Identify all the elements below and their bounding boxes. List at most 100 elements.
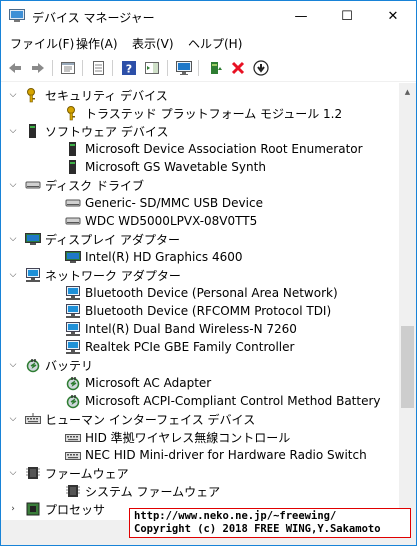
tree-category-label: セキュリティ デバイス bbox=[45, 88, 168, 103]
collapse-chevron-firmware[interactable]: ⌵ bbox=[7, 464, 19, 482]
window-title: デバイス マネージャー bbox=[32, 11, 155, 25]
scroll-up-icon[interactable]: ▲ bbox=[399, 83, 416, 100]
update-driver-button[interactable] bbox=[205, 58, 225, 78]
minimize-button[interactable]: — bbox=[278, 1, 324, 32]
tree-device-item[interactable]: NEC HID Mini-driver for Hardware Radio S… bbox=[65, 446, 367, 464]
forward-button[interactable] bbox=[28, 58, 48, 78]
maximize-button[interactable]: ☐ bbox=[324, 1, 370, 32]
tree-category-label: プロセッサ bbox=[45, 502, 106, 517]
menu-view[interactable]: 表示(V) bbox=[132, 35, 174, 52]
tree-device-item[interactable]: トラステッド プラットフォーム モジュール 1.2 bbox=[65, 104, 342, 122]
tree-device-item[interactable]: Intel(R) Dual Band Wireless-N 7260 bbox=[65, 320, 297, 338]
update-driver-icon bbox=[211, 62, 222, 74]
svg-text:?: ? bbox=[126, 63, 132, 76]
menu-bar: ファイル(F) 操作(A) 表示(V) ヘルプ(H) bbox=[1, 32, 416, 53]
toolbar-separator bbox=[167, 60, 168, 76]
tree-device-label: Microsoft Device Association Root Enumer… bbox=[85, 142, 363, 156]
uninstall-icon bbox=[231, 61, 245, 75]
tree-device-label: トラステッド プラットフォーム モジュール 1.2 bbox=[85, 106, 343, 121]
minimize-icon: — bbox=[294, 9, 308, 24]
tree-device-item[interactable]: HID 準拠ワイヤレス無線コントロール bbox=[65, 428, 290, 446]
collapse-chevron-battery[interactable]: ⌵ bbox=[7, 356, 19, 374]
network-icon bbox=[65, 339, 81, 355]
menu-file[interactable]: ファイル(F) bbox=[10, 35, 74, 52]
tree-device-item[interactable]: Bluetooth Device (RFCOMM Protocol TDI) bbox=[65, 302, 331, 320]
menu-help[interactable]: ヘルプ(H) bbox=[188, 35, 242, 52]
toolbar: ? bbox=[1, 54, 416, 82]
tree-category-battery[interactable]: バッテリ bbox=[25, 356, 93, 374]
properties-pane-icon bbox=[61, 62, 75, 74]
device-manager-app-icon bbox=[9, 9, 25, 23]
tree-device-item[interactable]: システム ファームウェア bbox=[65, 482, 220, 500]
device-icon bbox=[25, 123, 41, 139]
tree-device-item[interactable]: Realtek PCIe GBE Family Controller bbox=[65, 338, 294, 356]
processor-icon bbox=[25, 501, 41, 517]
vertical-scrollbar[interactable]: ▲ bbox=[399, 83, 416, 520]
tree-device-item[interactable]: Microsoft AC Adapter bbox=[65, 374, 211, 392]
copyright-watermark: http://www.neko.ne.jp/~freewing/ Copyrig… bbox=[129, 508, 411, 538]
scan-hardware-button[interactable] bbox=[174, 58, 194, 78]
tree-device-label: Intel(R) HD Graphics 4600 bbox=[85, 250, 243, 264]
collapse-chevron-security[interactable]: ⌵ bbox=[7, 86, 19, 104]
tree-category-display[interactable]: ディスプレイ アダプター bbox=[25, 230, 180, 248]
device-properties-button[interactable] bbox=[88, 58, 108, 78]
tree-device-item[interactable]: Bluetooth Device (Personal Area Network) bbox=[65, 284, 338, 302]
tree-device-item[interactable]: WDC WD5000LPVX-08V0TT5 bbox=[65, 212, 257, 230]
firmware-icon bbox=[65, 483, 81, 499]
tree-category-label: ファームウェア bbox=[45, 466, 129, 481]
tree-device-label: Generic- SD/MMC USB Device bbox=[85, 196, 263, 210]
menu-action[interactable]: 操作(A) bbox=[76, 35, 118, 52]
tree-device-label: Intel(R) Dual Band Wireless-N 7260 bbox=[85, 322, 297, 336]
device-icon bbox=[65, 141, 81, 157]
action-pane-button[interactable] bbox=[142, 58, 162, 78]
tree-device-item[interactable]: Microsoft GS Wavetable Synth bbox=[65, 158, 266, 176]
tree-device-label: NEC HID Mini-driver for Hardware Radio S… bbox=[85, 448, 367, 462]
close-button[interactable]: ✕ bbox=[370, 1, 416, 32]
collapse-chevron-network[interactable]: ⌵ bbox=[7, 266, 19, 284]
tree-device-label: Microsoft AC Adapter bbox=[85, 376, 212, 390]
tree-category-security[interactable]: セキュリティ デバイス bbox=[25, 86, 168, 104]
network-icon bbox=[65, 285, 81, 301]
collapse-chevron-hid[interactable]: ⌵ bbox=[7, 410, 19, 428]
tree-device-label: Microsoft ACPI-Compliant Control Method … bbox=[85, 394, 381, 408]
display-icon bbox=[65, 249, 81, 265]
device-icon bbox=[65, 159, 81, 175]
tree-category-network[interactable]: ネットワーク アダプター bbox=[25, 266, 181, 284]
tree-device-item[interactable]: Microsoft ACPI-Compliant Control Method … bbox=[65, 392, 381, 410]
scroll-thumb[interactable] bbox=[401, 326, 414, 408]
collapse-chevron-display[interactable]: ⌵ bbox=[7, 230, 19, 248]
tree-device-item[interactable]: Generic- SD/MMC USB Device bbox=[65, 194, 263, 212]
firmware-icon bbox=[25, 465, 41, 481]
properties-pane-button[interactable] bbox=[58, 58, 78, 78]
help-button[interactable]: ? bbox=[119, 58, 139, 78]
tree-category-firmware[interactable]: ファームウェア bbox=[25, 464, 129, 482]
tree-device-label: HID 準拠ワイヤレス無線コントロール bbox=[85, 430, 291, 445]
tree-category-hid[interactable]: ヒューマン インターフェイス デバイス bbox=[25, 410, 255, 428]
expand-chevron-processor[interactable]: › bbox=[7, 500, 19, 518]
tree-category-processor[interactable]: プロセッサ bbox=[25, 500, 105, 518]
battery-icon bbox=[65, 375, 81, 391]
back-icon bbox=[9, 63, 21, 73]
disable-device-button[interactable] bbox=[251, 58, 271, 78]
title-bar[interactable]: デバイス マネージャー — ☐ ✕ bbox=[1, 1, 416, 32]
close-icon: ✕ bbox=[387, 9, 399, 24]
disk-icon bbox=[65, 195, 81, 211]
toolbar-separator bbox=[198, 60, 199, 76]
collapse-chevron-disk[interactable]: ⌵ bbox=[7, 176, 19, 194]
collapse-chevron-software[interactable]: ⌵ bbox=[7, 122, 19, 140]
device-props-icon bbox=[93, 61, 104, 75]
tree-category-software[interactable]: ソフトウェア デバイス bbox=[25, 122, 168, 140]
uninstall-device-button[interactable] bbox=[228, 58, 248, 78]
tree-category-disk[interactable]: ディスク ドライブ bbox=[25, 176, 144, 194]
hid-icon bbox=[25, 411, 41, 427]
tree-category-label: ネットワーク アダプター bbox=[45, 268, 181, 283]
key-icon bbox=[25, 87, 41, 103]
tree-device-label: Microsoft GS Wavetable Synth bbox=[85, 160, 266, 174]
tree-category-label: ディスク ドライブ bbox=[45, 178, 144, 193]
device-tree[interactable]: ⌵ セキュリティ デバイス トラステッド プラットフォーム モジュール 1.2 … bbox=[1, 83, 399, 520]
tree-device-item[interactable]: Microsoft Device Association Root Enumer… bbox=[65, 140, 363, 158]
back-button[interactable] bbox=[5, 58, 25, 78]
tree-category-label: ディスプレイ アダプター bbox=[45, 232, 180, 247]
tree-device-item[interactable]: Intel(R) HD Graphics 4600 bbox=[65, 248, 243, 266]
monitor-icon bbox=[176, 61, 192, 75]
